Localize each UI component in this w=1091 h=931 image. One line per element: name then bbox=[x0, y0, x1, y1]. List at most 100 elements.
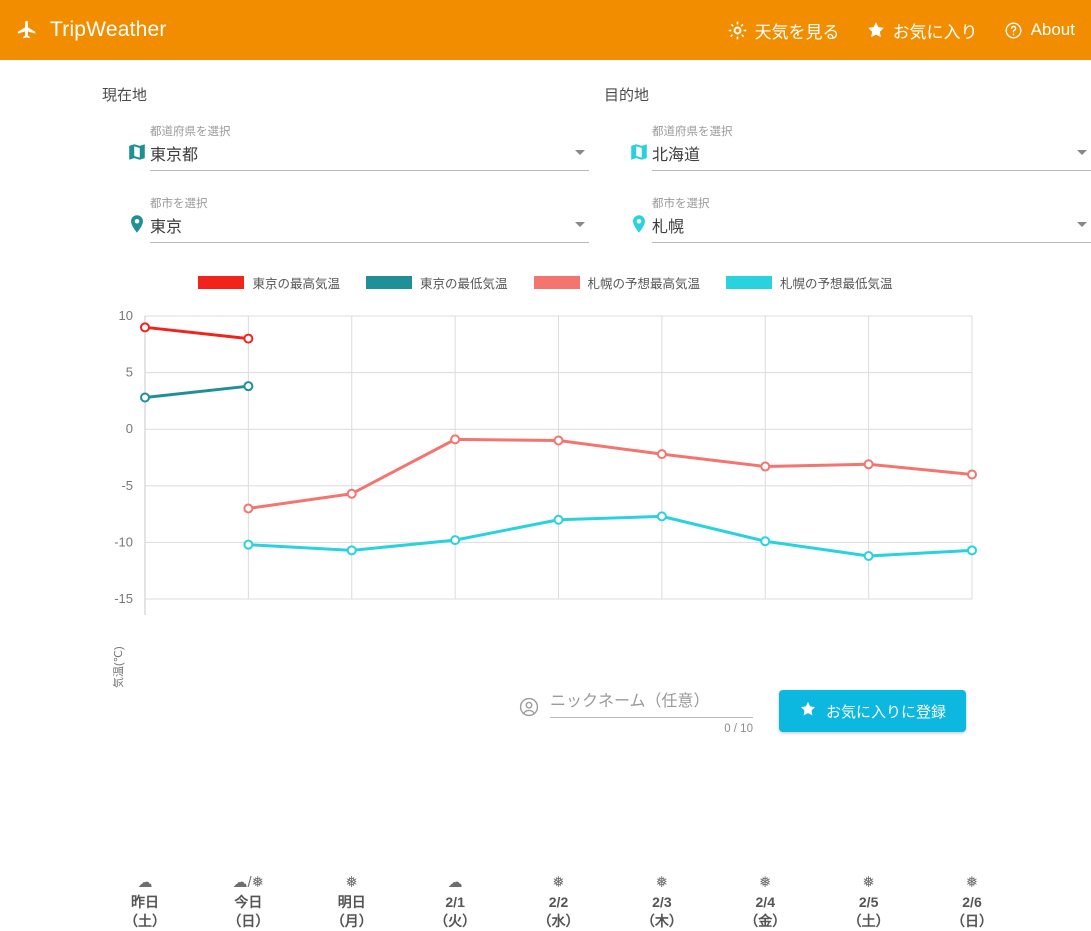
legend-label: 札幌の予想最低気温 bbox=[780, 277, 893, 291]
weather-icon: ☁ bbox=[447, 874, 463, 891]
nav-item-favorites-label: お気に入り bbox=[892, 22, 978, 42]
legend-label: 東京の最低気温 bbox=[419, 277, 508, 291]
brand[interactable]: TripWeather bbox=[14, 18, 167, 42]
x-axis-weekday: （金） bbox=[744, 913, 787, 929]
origin-city-value: 東京 bbox=[150, 219, 183, 236]
x-axis-label: ❅ 2/5 （土） bbox=[819, 873, 919, 931]
legend-item[interactable]: 札幌の予想最低気温 bbox=[726, 273, 893, 292]
x-axis-weekday: （土） bbox=[124, 913, 166, 929]
weather-icon: ❅ bbox=[862, 874, 875, 891]
chevron-down-icon[interactable] bbox=[1077, 149, 1087, 155]
add-favorite-button[interactable]: お気に入りに登録 bbox=[778, 690, 966, 732]
nickname-counter: 0 / 10 bbox=[724, 723, 753, 735]
star-icon bbox=[866, 20, 886, 40]
origin-city-label: 都市を選択 bbox=[150, 198, 208, 210]
x-axis-label: ❅ 2/4 （金） bbox=[715, 873, 815, 931]
chart-plot: 10 5 0 -5 -10 -15 bbox=[0, 300, 1091, 680]
x-axis-day: 2/4 bbox=[755, 894, 775, 910]
star-icon bbox=[799, 700, 817, 722]
origin-prefecture-label: 都道府県を選択 bbox=[150, 126, 231, 138]
header-nav: 天気を見る お気に入り About bbox=[728, 18, 1075, 43]
destination-prefecture-field[interactable]: 都道府県を選択 北海道 bbox=[626, 125, 1091, 171]
account-circle-icon bbox=[518, 696, 540, 718]
chart-svg: 10 5 0 -5 -10 -15 bbox=[114, 308, 977, 615]
svg-text:-10: -10 bbox=[114, 534, 133, 549]
x-axis-day: 明日 bbox=[337, 894, 366, 910]
x-axis-day: 2/2 bbox=[548, 894, 569, 910]
app-header: TripWeather 天気を見る お気に入り About bbox=[0, 0, 1091, 60]
favorite-form: 0 / 10 お気に入りに登録 bbox=[0, 690, 1091, 735]
destination-city-value: 札幌 bbox=[652, 219, 685, 236]
map-icon bbox=[124, 139, 150, 165]
destination-title: 目的地 bbox=[604, 87, 650, 104]
weather-icon: ☁/❅ bbox=[232, 874, 265, 891]
x-axis-label: ☁ 2/1 （火） bbox=[405, 873, 505, 931]
origin-city-field[interactable]: 都市を選択 東京 bbox=[124, 197, 589, 243]
temperature-chart: 東京の最高気温 東京の最低気温 札幌の予想最高気温 札幌の予想最低気温 10 5 0 -5 -… bbox=[0, 273, 1091, 929]
destination-city-field[interactable]: 都市を選択 札幌 bbox=[626, 197, 1091, 243]
chevron-down-icon[interactable] bbox=[575, 221, 585, 227]
svg-text:-15: -15 bbox=[114, 591, 133, 606]
nav-item-weather[interactable]: 天気を見る bbox=[728, 18, 840, 43]
x-axis-label: ☁ 昨日 （土） bbox=[95, 873, 195, 931]
x-axis-day: 昨日 bbox=[131, 894, 159, 910]
destination-column: 目的地 都道府県を選択 北海道 都市を選択 札幌 bbox=[604, 84, 1091, 269]
x-axis-day: 2/5 bbox=[858, 894, 879, 910]
x-axis-label: ❅ 2/3 （木） bbox=[612, 873, 712, 931]
x-axis-weekday: （月） bbox=[330, 913, 373, 929]
legend-label: 東京の最高気温 bbox=[252, 277, 340, 291]
legend-swatch bbox=[726, 276, 773, 289]
svg-text:-5: -5 bbox=[121, 478, 133, 493]
brand-title: TripWeather bbox=[50, 18, 167, 41]
weather-icon: ❅ bbox=[552, 874, 565, 891]
nickname-group: 0 / 10 bbox=[518, 690, 753, 735]
weather-icon: ☁ bbox=[137, 874, 153, 891]
origin-prefecture-field[interactable]: 都道府県を選択 東京都 bbox=[124, 125, 589, 171]
legend-item[interactable]: 札幌の予想最高気温 bbox=[533, 273, 701, 292]
destination-prefecture-value: 北海道 bbox=[652, 147, 701, 164]
nickname-input[interactable] bbox=[549, 690, 753, 718]
nav-item-favorites[interactable]: お気に入り bbox=[866, 18, 978, 43]
legend-label: 札幌の予想最高気温 bbox=[587, 277, 701, 291]
x-axis-day: 2/3 bbox=[652, 894, 672, 910]
weather-icon: ❅ bbox=[965, 874, 979, 891]
chart-legend: 東京の最高気温 東京の最低気温 札幌の予想最高気温 札幌の予想最低気温 bbox=[0, 273, 1091, 292]
origin-title: 現在地 bbox=[102, 87, 148, 104]
svg-text:10: 10 bbox=[119, 308, 133, 323]
location-pin-icon bbox=[124, 211, 150, 237]
map-icon bbox=[626, 139, 652, 165]
location-pin-icon bbox=[626, 211, 652, 237]
x-axis-label: ❅ 明日 （月） bbox=[302, 873, 402, 931]
chevron-down-icon[interactable] bbox=[575, 149, 585, 155]
legend-item[interactable]: 東京の最低気温 bbox=[365, 273, 508, 292]
svg-text:5: 5 bbox=[126, 365, 133, 380]
weather-icon: ❅ bbox=[758, 874, 772, 891]
location-form: 現在地 都道府県を選択 東京都 都市を選択 東京 目的地 都道府県を選択 北海道… bbox=[0, 60, 1091, 269]
airplane-icon bbox=[14, 19, 40, 41]
x-axis-day: 2/1 bbox=[445, 894, 465, 910]
legend-swatch bbox=[198, 276, 245, 289]
weather-icon: ❅ bbox=[345, 874, 359, 891]
x-axis-day: 2/6 bbox=[962, 894, 982, 910]
x-axis-weekday: （木） bbox=[640, 913, 683, 929]
legend-swatch bbox=[533, 276, 580, 289]
question-circle-icon bbox=[1004, 20, 1024, 40]
nav-item-weather-label: 天気を見る bbox=[754, 22, 840, 42]
x-axis-label: ❅ 2/6 （日） bbox=[922, 873, 1022, 931]
x-axis-label: ☁/❅ 今日 （日） bbox=[198, 873, 298, 931]
origin-prefecture-value: 東京都 bbox=[150, 147, 199, 164]
x-axis-weekday: （土） bbox=[847, 913, 890, 929]
x-axis-weekday: （水） bbox=[537, 913, 580, 929]
add-favorite-button-label: お気に入りに登録 bbox=[825, 703, 946, 721]
chevron-down-icon[interactable] bbox=[1077, 221, 1087, 227]
weather-icon: ❅ bbox=[655, 874, 669, 891]
chart-y-axis-label: 気温(℃) bbox=[113, 646, 125, 688]
x-axis-weekday: （火） bbox=[434, 913, 477, 929]
legend-item[interactable]: 東京の最高気温 bbox=[198, 273, 340, 292]
nav-item-about[interactable]: About bbox=[1004, 20, 1075, 40]
x-axis-day: 今日 bbox=[234, 894, 263, 910]
x-axis-weekday: （日） bbox=[227, 913, 270, 929]
x-axis-weekday: （日） bbox=[951, 913, 993, 929]
nav-item-about-label: About bbox=[1030, 20, 1075, 39]
legend-swatch bbox=[365, 276, 412, 289]
